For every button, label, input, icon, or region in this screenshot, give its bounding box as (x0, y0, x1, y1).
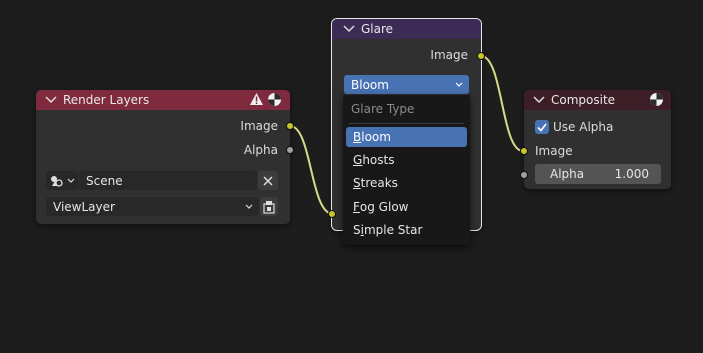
glare-type-menu-title: Glare Type (351, 102, 415, 116)
menu-item-streaks[interactable]: Streaks (346, 173, 467, 193)
chevron-down-icon (67, 178, 75, 183)
view-layer-button[interactable] (260, 197, 278, 216)
composite-input-alpha-socket[interactable] (520, 171, 528, 179)
chevron-down-icon (245, 204, 253, 209)
menu-item-streaks-mnemonic: S (353, 176, 361, 190)
menu-item-bloom[interactable]: Bloom (346, 127, 467, 147)
menu-item-simple-star-rest: mple Star (363, 223, 423, 237)
menu-item-simple-star-pre: S (353, 223, 361, 237)
glare-type-value: Bloom (351, 77, 389, 92)
render-layers-header[interactable]: Render Layers (36, 90, 290, 110)
menu-item-ghosts-mnemonic: G (353, 153, 363, 167)
link-glare-image-to-composite (480, 55, 524, 152)
composite-input-image-label: Image (535, 144, 573, 158)
view-layer-icon (262, 200, 276, 214)
glare-output-image-label: Image (430, 48, 468, 62)
scene-icon (49, 174, 65, 188)
composite-input-image-socket[interactable] (520, 147, 528, 155)
menu-item-ghosts[interactable]: Ghosts (346, 150, 467, 170)
alpha-field-value: 1.000 (614, 167, 649, 181)
alpha-value-field[interactable]: Alpha 1.000 (535, 164, 661, 184)
menu-item-fog-glow[interactable]: Fog Glow (346, 197, 467, 217)
scene-selector[interactable] (46, 171, 78, 190)
checkbox-icon (537, 122, 547, 132)
render-sphere-icon (267, 92, 282, 110)
output-alpha-label: Alpha (243, 143, 278, 157)
glare-header[interactable]: Glare (332, 19, 481, 39)
render-layers-title: Render Layers (63, 93, 150, 107)
menu-item-bloom-rest: loom (361, 130, 391, 144)
menu-item-fog-glow-mnemonic: F (353, 200, 360, 214)
menu-item-bloom-mnemonic: B (353, 130, 362, 144)
menu-separator (349, 123, 464, 124)
chevron-down-icon[interactable] (533, 96, 547, 104)
output-alpha-socket[interactable] (286, 146, 294, 154)
glare-input-image-socket[interactable] (328, 210, 336, 218)
render-layers-node[interactable]: Render Layers Image Alpha Scene ViewLaye… (36, 90, 294, 224)
composite-node[interactable]: Composite Use Alpha Image Alpha 1.000 (520, 90, 671, 189)
menu-item-streaks-rest: treaks (360, 176, 398, 190)
view-layer-dropdown[interactable]: ViewLayer (46, 197, 259, 216)
menu-item-simple-star[interactable]: Si mple Star (346, 220, 467, 240)
chevron-down-icon (455, 82, 463, 87)
scene-field[interactable]: Scene (79, 171, 257, 190)
scene-clear-button[interactable] (258, 171, 278, 190)
use-alpha-checkbox[interactable] (535, 120, 549, 134)
composite-header[interactable]: Composite (524, 90, 671, 110)
use-alpha-label[interactable]: Use Alpha (553, 120, 613, 134)
scene-value: Scene (86, 173, 123, 188)
link-render-image-to-glare (289, 125, 334, 215)
chevron-down-icon[interactable] (343, 25, 357, 33)
chevron-down-icon[interactable] (45, 96, 59, 104)
alpha-field-label: Alpha (550, 167, 585, 181)
glare-title: Glare (361, 22, 394, 36)
menu-item-fog-glow-rest: og Glow (359, 200, 409, 214)
close-icon (263, 175, 273, 186)
glare-type-dropdown[interactable]: Bloom (344, 75, 469, 94)
output-image-socket[interactable] (286, 122, 294, 130)
output-image-label: Image (240, 119, 278, 133)
glare-type-menu: Glare Type Bloom Ghosts Streaks Fog Glow… (343, 95, 470, 245)
composite-title: Composite (551, 93, 616, 107)
menu-item-ghosts-rest: hosts (362, 153, 395, 167)
render-sphere-icon (649, 92, 664, 110)
glare-output-image-socket[interactable] (477, 52, 485, 60)
warning-icon (249, 92, 264, 109)
view-layer-value: ViewLayer (53, 199, 115, 214)
